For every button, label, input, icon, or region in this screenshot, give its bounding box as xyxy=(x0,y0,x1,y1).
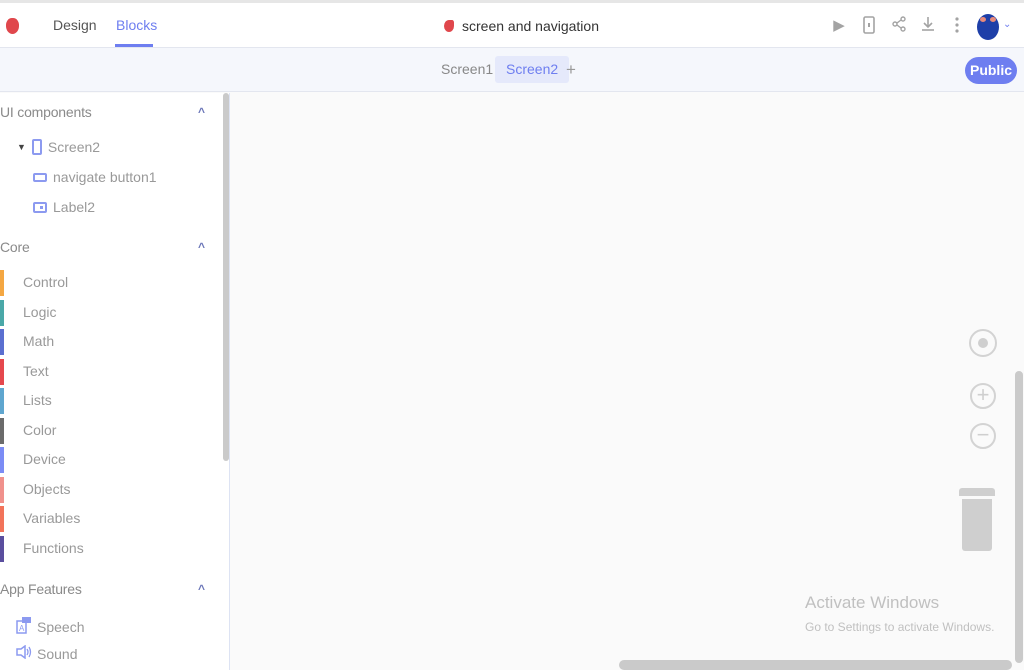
label-icon xyxy=(33,201,47,213)
recenter-icon[interactable] xyxy=(969,329,997,357)
download-icon[interactable] xyxy=(918,16,938,36)
blocks-sidebar: UI components ^ ▼ Screen2 navigate butto… xyxy=(0,93,230,670)
sound-icon xyxy=(16,644,32,662)
workspace-vertical-scrollbar[interactable] xyxy=(1015,371,1023,663)
feature-speech[interactable]: A Speech xyxy=(16,616,84,637)
category-color-swatch xyxy=(0,418,4,444)
category-color-swatch xyxy=(0,270,4,296)
svg-text:A: A xyxy=(19,624,25,633)
blocks-workspace[interactable]: + − Activate Windows Go to Settings to a… xyxy=(231,93,1024,670)
core-category-variables[interactable]: Variables xyxy=(0,506,220,532)
core-category-color[interactable]: Color xyxy=(0,418,220,444)
chevron-up-icon[interactable]: ^ xyxy=(198,105,205,119)
section-core[interactable]: Core xyxy=(0,239,30,255)
screen-icon xyxy=(31,139,42,155)
speech-icon: A xyxy=(16,616,32,637)
category-label: Objects xyxy=(23,481,71,497)
phone-preview-icon[interactable] xyxy=(859,16,879,38)
activate-windows-subtitle: Go to Settings to activate Windows. xyxy=(805,620,995,634)
tree-item-navigate-button1[interactable]: navigate button1 xyxy=(33,169,157,185)
project-icon xyxy=(444,20,454,32)
category-color-swatch xyxy=(0,388,4,414)
zoom-out-icon[interactable]: − xyxy=(970,423,996,449)
core-category-math[interactable]: Math xyxy=(0,329,220,355)
category-color-swatch xyxy=(0,477,4,503)
screen-tab-screen1[interactable]: Screen1 xyxy=(430,56,504,83)
category-color-swatch xyxy=(0,329,4,355)
tree-item-label2[interactable]: Label2 xyxy=(33,199,95,215)
project-title-text: screen and navigation xyxy=(462,18,599,34)
core-category-lists[interactable]: Lists xyxy=(0,388,220,414)
tree-item-label: Label2 xyxy=(53,199,96,215)
category-color-swatch xyxy=(0,359,4,385)
category-color-swatch xyxy=(0,300,4,326)
active-tab-indicator xyxy=(115,44,153,47)
workspace-horizontal-scrollbar[interactable] xyxy=(619,660,1012,670)
expand-triangle-icon[interactable]: ▼ xyxy=(17,142,26,152)
feature-label: Sound xyxy=(37,645,78,662)
screen-tabs-bar: Screen1 Screen2 + Public xyxy=(0,48,1024,92)
play-icon[interactable]: ▶ xyxy=(829,16,849,34)
category-color-swatch xyxy=(0,506,4,532)
category-label: Functions xyxy=(23,540,84,556)
section-ui-components[interactable]: UI components xyxy=(0,104,92,120)
activate-windows-title: Activate Windows xyxy=(805,593,940,612)
tree-item-screen2[interactable]: ▼ Screen2 xyxy=(17,139,100,155)
category-label: Math xyxy=(23,333,55,349)
section-app-features[interactable]: App Features xyxy=(0,581,82,597)
category-label: Variables xyxy=(23,510,81,526)
app-logo-icon[interactable] xyxy=(6,18,19,34)
chevron-down-icon[interactable]: ⌄ xyxy=(1003,19,1011,30)
share-icon[interactable] xyxy=(889,16,909,36)
tab-blocks[interactable]: Blocks xyxy=(116,17,157,33)
zoom-in-icon[interactable]: + xyxy=(970,383,996,409)
core-category-logic[interactable]: Logic xyxy=(0,300,220,326)
button-icon xyxy=(33,172,47,182)
category-label: Device xyxy=(23,451,66,467)
core-category-objects[interactable]: Objects xyxy=(0,477,220,503)
chevron-up-icon[interactable]: ^ xyxy=(198,582,205,596)
category-label: Control xyxy=(23,274,69,290)
project-title: screen and navigation xyxy=(444,18,599,34)
tree-item-label: navigate button1 xyxy=(53,169,157,185)
tab-design[interactable]: Design xyxy=(53,17,97,33)
trash-icon[interactable] xyxy=(962,499,992,551)
add-screen-button[interactable]: + xyxy=(566,60,576,80)
more-vertical-icon[interactable] xyxy=(947,16,967,38)
core-category-functions[interactable]: Functions xyxy=(0,536,220,562)
core-category-text[interactable]: Text xyxy=(0,359,220,385)
tree-item-label: Screen2 xyxy=(47,139,101,155)
category-label: Color xyxy=(23,422,57,438)
feature-sound[interactable]: Sound xyxy=(16,644,78,662)
category-color-swatch xyxy=(0,447,4,473)
top-bar: Design Blocks screen and navigation ▶ ⌄ xyxy=(0,0,1024,48)
chevron-up-icon[interactable]: ^ xyxy=(198,240,205,254)
core-category-control[interactable]: Control xyxy=(0,270,220,296)
feature-label: Speech xyxy=(37,618,85,635)
category-label: Logic xyxy=(23,304,57,320)
screen-tab-screen2[interactable]: Screen2 xyxy=(495,56,570,83)
public-button[interactable]: Public xyxy=(965,57,1017,84)
user-avatar[interactable] xyxy=(977,14,999,40)
category-label: Lists xyxy=(23,392,52,408)
trash-lid xyxy=(959,488,995,496)
sidebar-scrollbar[interactable] xyxy=(223,93,229,461)
category-color-swatch xyxy=(0,536,4,562)
category-label: Text xyxy=(23,363,49,379)
core-category-device[interactable]: Device xyxy=(0,447,220,473)
